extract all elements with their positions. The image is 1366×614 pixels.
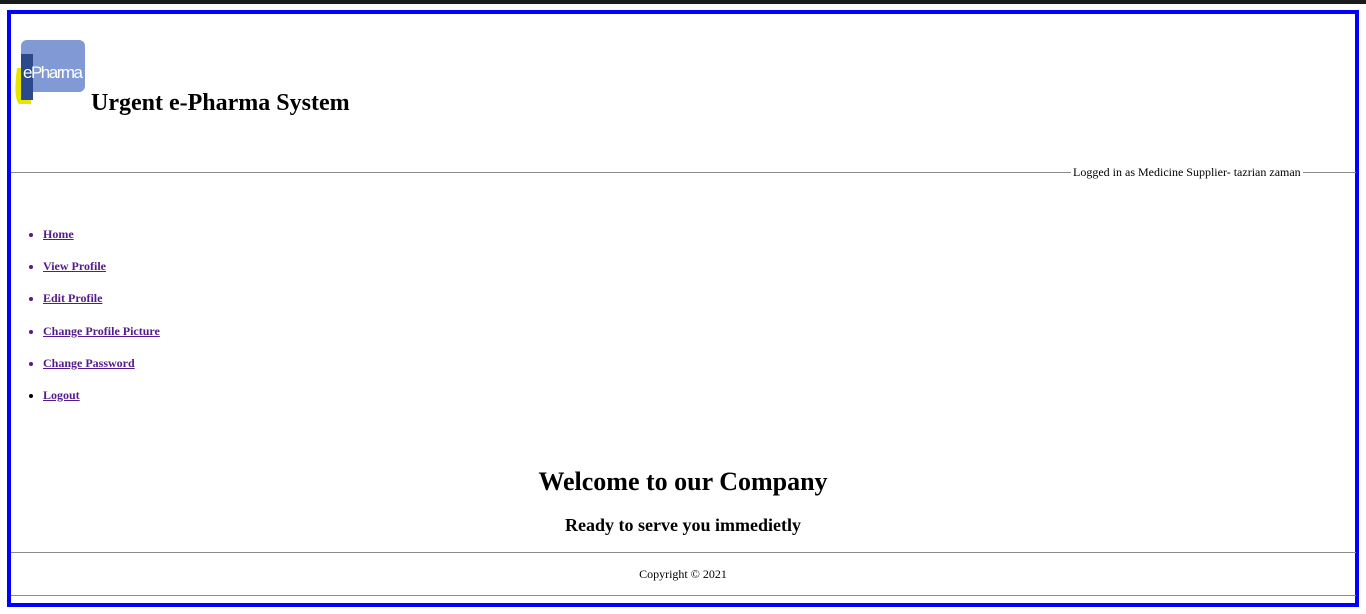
epharma-logo: ePharma <box>15 40 85 104</box>
nav-item-view-profile: View Profile <box>43 258 160 290</box>
nav-item-change-picture: Change Profile Picture <box>43 323 160 355</box>
nav-menu: Home View Profile Edit Profile Change Pr… <box>11 226 160 419</box>
logged-in-status: Logged in as Medicine Supplier- tazrian … <box>1071 165 1303 180</box>
welcome-heading: Welcome to our Company <box>538 467 828 496</box>
footer-divider-bottom <box>11 595 1356 596</box>
nav-item-home: Home <box>43 226 160 258</box>
svg-text:ePharma: ePharma <box>23 63 84 82</box>
browser-top-bar <box>0 0 1366 4</box>
change-password-link[interactable]: Change Password <box>43 356 135 370</box>
footer-divider-top <box>11 552 1356 553</box>
home-link[interactable]: Home <box>43 227 74 241</box>
logout-link[interactable]: Logout <box>43 388 80 402</box>
welcome-subheading: Ready to serve you immedietly <box>565 515 801 535</box>
site-title: Urgent e-Pharma System <box>91 90 350 116</box>
copyright-text: Copyright © 2021 <box>639 567 727 581</box>
nav-item-logout: Logout <box>43 387 160 419</box>
nav-item-change-password: Change Password <box>43 355 160 387</box>
edit-profile-link[interactable]: Edit Profile <box>43 291 102 305</box>
change-profile-picture-link[interactable]: Change Profile Picture <box>43 324 160 338</box>
nav-item-edit-profile: Edit Profile <box>43 290 160 322</box>
view-profile-link[interactable]: View Profile <box>43 259 106 273</box>
